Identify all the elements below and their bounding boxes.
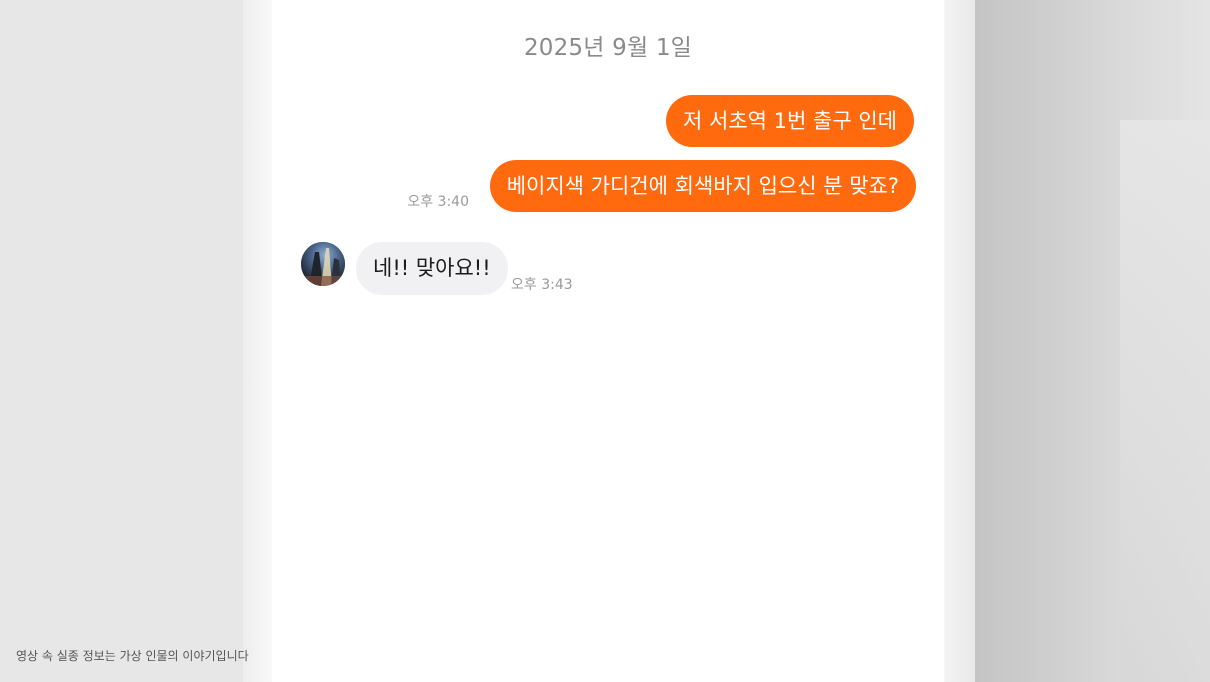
chat-screen: 2025년 9월 1일 저 서초역 1번 출구 인데 오후 3:40 베이지색 … — [272, 0, 944, 682]
contact-avatar[interactable] — [301, 242, 345, 286]
phone-shadow-soft — [1120, 120, 1210, 682]
outgoing-message-bubble[interactable]: 저 서초역 1번 출구 인데 — [666, 95, 914, 147]
outgoing-message-time: 오후 3:40 — [407, 194, 469, 210]
chat-date-header: 2025년 9월 1일 — [523, 35, 693, 61]
disclaimer-caption: 영상 속 실종 정보는 가상 인물의 이야기입니다 — [16, 649, 249, 663]
incoming-message-bubble[interactable]: 네!! 맞아요!! — [356, 242, 508, 295]
outgoing-message-bubble[interactable]: 베이지색 가디건에 회색바지 입으신 분 맞죠? — [489, 160, 916, 212]
incoming-message-time: 오후 3:43 — [511, 277, 573, 293]
avatar-photo-icon — [301, 242, 345, 286]
video-frame: 2025년 9월 1일 저 서초역 1번 출구 인데 오후 3:40 베이지색 … — [0, 0, 1210, 682]
